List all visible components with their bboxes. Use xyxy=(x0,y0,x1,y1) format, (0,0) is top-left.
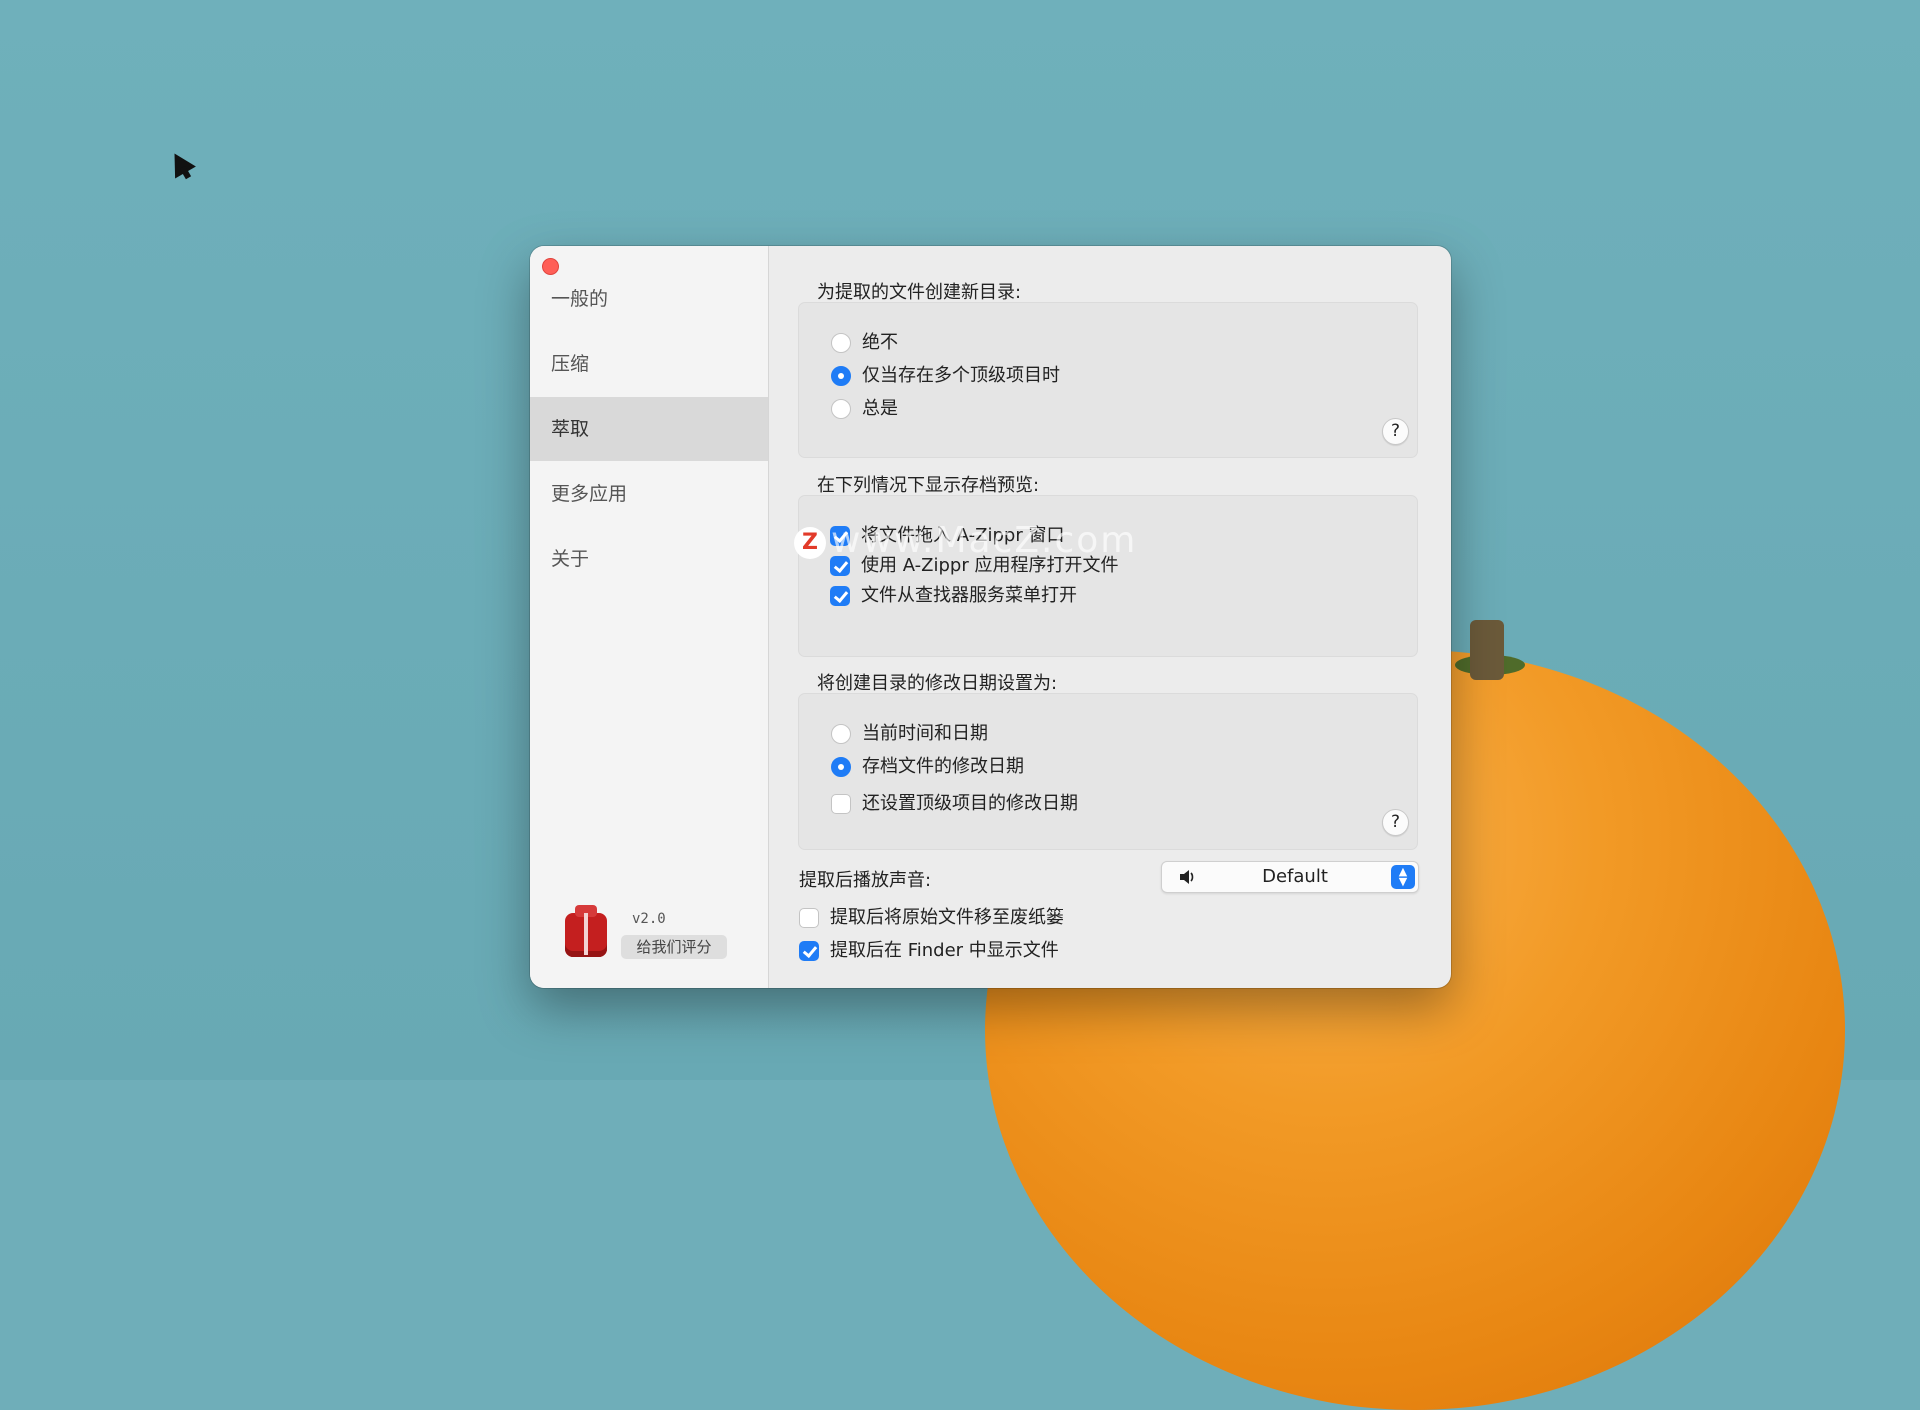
sidebar-item-compress[interactable]: 压缩 xyxy=(530,332,768,396)
radio-label: 仅当存在多个顶级项目时 xyxy=(862,365,1060,386)
sidebar-item-more-apps[interactable]: 更多应用 xyxy=(530,462,768,526)
radio-button[interactable] xyxy=(831,399,851,419)
radio-label: 当前时间和日期 xyxy=(862,723,988,744)
sidebar: 一般的 压缩 萃取 更多应用 关于 v2.0 给我们评分 xyxy=(530,246,769,988)
mod-date-group: 当前时间和日期 存档文件的修改日期 还设置顶级项目的修改日期 ? xyxy=(798,693,1418,850)
checkbox[interactable] xyxy=(831,794,851,814)
radio-button[interactable] xyxy=(831,366,851,386)
checkbox[interactable] xyxy=(830,586,850,606)
sound-label: 提取后播放声音: xyxy=(799,870,932,891)
radio-button[interactable] xyxy=(831,724,851,744)
checkbox[interactable] xyxy=(830,526,850,546)
help-button[interactable]: ? xyxy=(1382,418,1409,445)
radio-label: 存档文件的修改日期 xyxy=(862,756,1024,777)
sound-popup[interactable]: Default ▲ ▼ xyxy=(1161,861,1419,893)
sound-value: Default xyxy=(1262,866,1328,887)
version-label: v2.0 xyxy=(632,911,666,927)
help-button[interactable]: ? xyxy=(1382,809,1409,836)
radio-button[interactable] xyxy=(831,757,851,777)
a-zippr-app-icon xyxy=(565,905,607,957)
checkbox-label: 还设置顶级项目的修改日期 xyxy=(862,793,1078,814)
orange-stem xyxy=(1470,620,1504,680)
preferences-window: 一般的 压缩 萃取 更多应用 关于 v2.0 给我们评分 为提取的文件创建新目录… xyxy=(530,246,1451,988)
checkbox-label: 提取后将原始文件移至废纸篓 xyxy=(830,907,1064,928)
create-dir-title: 为提取的文件创建新目录: xyxy=(817,282,1022,303)
checkbox[interactable] xyxy=(799,941,819,961)
mod-date-title: 将创建目录的修改日期设置为: xyxy=(817,673,1058,694)
rate-us-button[interactable]: 给我们评分 xyxy=(621,935,727,959)
checkbox-label: 提取后在 Finder 中显示文件 xyxy=(830,940,1059,961)
watermark-logo: Z xyxy=(794,527,826,559)
preview-title: 在下列情况下显示存档预览: xyxy=(817,475,1040,496)
radio-button[interactable] xyxy=(831,333,851,353)
sidebar-item-extract[interactable]: 萃取 xyxy=(530,397,768,461)
checkbox-label: 使用 A-Zippr 应用程序打开文件 xyxy=(861,555,1119,576)
checkbox[interactable] xyxy=(830,556,850,576)
radio-label: 总是 xyxy=(862,398,898,419)
chevron-up-down-icon: ▲ ▼ xyxy=(1391,865,1415,889)
sidebar-item-about[interactable]: 关于 xyxy=(530,527,768,591)
checkbox-label: 将文件拖入 A-Zippr 窗口 xyxy=(861,525,1065,546)
checkbox[interactable] xyxy=(799,908,819,928)
extract-settings-panel: 为提取的文件创建新目录: 绝不 仅当存在多个顶级项目时 总是 ? 在下列情况下显… xyxy=(769,246,1451,988)
create-dir-group: 绝不 仅当存在多个顶级项目时 总是 ? xyxy=(798,302,1418,458)
radio-label: 绝不 xyxy=(862,332,898,353)
preview-group: 将文件拖入 A-Zippr 窗口 使用 A-Zippr 应用程序打开文件 文件从… xyxy=(798,495,1418,657)
sidebar-item-general[interactable]: 一般的 xyxy=(530,267,768,331)
checkbox-label: 文件从查找器服务菜单打开 xyxy=(861,585,1077,606)
